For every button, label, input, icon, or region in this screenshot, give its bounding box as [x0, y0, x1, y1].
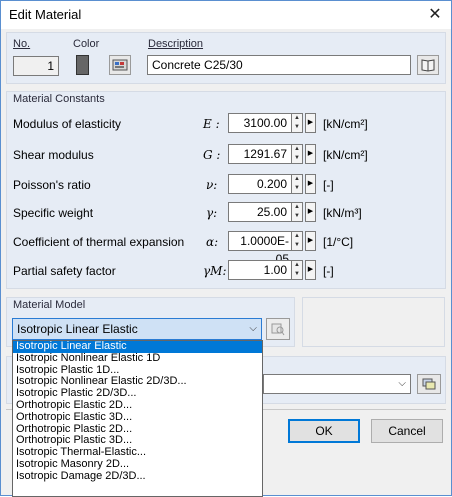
color-label: Color: [73, 38, 100, 50]
list-item[interactable]: Isotropic Nonlinear Elastic 1D: [13, 352, 262, 365]
constants-title: Material Constants: [13, 93, 105, 105]
poissons-ratio-input[interactable]: 0.200: [228, 174, 292, 194]
spin-up-icon[interactable]: ▲: [292, 175, 302, 184]
row-symbol: E :: [203, 117, 220, 131]
spin-up-icon[interactable]: ▲: [292, 145, 302, 154]
thermal-expansion-input[interactable]: 1.0000E-05: [228, 231, 292, 266]
row-unit: [1/°C]: [323, 235, 354, 249]
spin-down-icon[interactable]: ▼: [292, 154, 302, 163]
row-symbol: γM:: [203, 264, 227, 278]
title-bar: Edit Material ✕: [1, 1, 451, 29]
row-unit: [-]: [323, 178, 334, 192]
row-label: Shear modulus: [13, 148, 94, 162]
specific-weight-menu-button[interactable]: ▶: [305, 202, 316, 222]
spin-down-icon[interactable]: ▼: [292, 184, 302, 193]
material-library-button[interactable]: [417, 55, 439, 75]
row-symbol: γ:: [206, 206, 218, 220]
list-item[interactable]: Isotropic Masonry 2D...: [13, 458, 262, 471]
specific-weight-input[interactable]: 25.00: [228, 202, 292, 222]
spin-down-icon[interactable]: ▼: [292, 212, 302, 221]
row-symbol: α:: [206, 235, 219, 249]
poissons-ratio-spinner[interactable]: ▲ ▼: [292, 174, 303, 194]
thermal-expansion-spinner[interactable]: ▲ ▼: [292, 231, 303, 251]
row-label: Poisson's ratio: [13, 178, 91, 192]
shear-modulus-spinner[interactable]: ▲ ▼: [292, 144, 303, 164]
model-info-panel: [302, 297, 445, 347]
shear-modulus-menu-button[interactable]: ▶: [305, 144, 316, 164]
lower-browse-button[interactable]: [417, 374, 441, 394]
specific-weight-spinner[interactable]: ▲ ▼: [292, 202, 303, 222]
thermal-expansion-menu-button[interactable]: ▶: [305, 231, 316, 251]
list-item[interactable]: Orthotropic Elastic 2D...: [13, 399, 262, 412]
row-label: Partial safety factor: [13, 264, 116, 278]
palette-icon: [112, 59, 128, 71]
row-unit: [kN/cm²]: [323, 117, 368, 131]
close-icon[interactable]: ✕: [419, 1, 451, 29]
spin-up-icon[interactable]: ▲: [292, 232, 302, 241]
spin-down-icon[interactable]: ▼: [292, 270, 302, 279]
spin-up-icon[interactable]: ▲: [292, 114, 302, 123]
spin-up-icon[interactable]: ▲: [292, 261, 302, 270]
row-unit: [-]: [323, 264, 334, 278]
row-label: Modulus of elasticity: [13, 117, 122, 131]
layers-icon: [422, 378, 436, 390]
row-label: Coefficient of thermal expansion: [13, 235, 185, 249]
description-field[interactable]: Concrete C25/30: [147, 55, 411, 75]
modulus-elasticity-input[interactable]: 3100.00: [228, 113, 292, 133]
spin-up-icon[interactable]: ▲: [292, 203, 302, 212]
material-model-title: Material Model: [13, 299, 86, 311]
modulus-elasticity-spinner[interactable]: ▲ ▼: [292, 113, 303, 133]
book-icon: [421, 59, 435, 72]
magnifier-icon: [271, 323, 285, 336]
ok-button[interactable]: OK: [288, 419, 360, 443]
spin-down-icon[interactable]: ▼: [292, 241, 302, 250]
safety-factor-menu-button[interactable]: ▶: [305, 260, 316, 280]
list-item[interactable]: Orthotropic Elastic 3D...: [13, 411, 262, 424]
chevron-down-icon[interactable]: ⌵: [398, 375, 406, 393]
color-swatch[interactable]: [76, 55, 89, 75]
model-details-button[interactable]: [266, 318, 290, 340]
description-label: Description: [148, 38, 204, 50]
material-model-dropdown-list[interactable]: Isotropic Linear Elastic Isotropic Nonli…: [12, 340, 263, 497]
material-model-select[interactable]: Isotropic Linear Elastic ⌵: [12, 318, 262, 340]
safety-factor-input[interactable]: 1.00: [228, 260, 292, 280]
row-label: Specific weight: [13, 206, 94, 220]
modulus-elasticity-menu-button[interactable]: ▶: [305, 113, 316, 133]
color-picker-button[interactable]: [109, 55, 131, 75]
row-symbol: G :: [203, 148, 221, 162]
material-model-selected: Isotropic Linear Elastic: [17, 322, 138, 336]
chevron-down-icon[interactable]: ⌵: [249, 319, 257, 339]
row-unit: [kN/cm²]: [323, 148, 368, 162]
safety-factor-spinner[interactable]: ▲ ▼: [292, 260, 303, 280]
spin-down-icon[interactable]: ▼: [292, 123, 302, 132]
edit-material-dialog: Edit Material ✕ No. 1 Color Description …: [0, 0, 452, 497]
row-symbol: ν:: [206, 178, 218, 192]
cancel-button[interactable]: Cancel: [371, 419, 443, 443]
no-field[interactable]: 1: [13, 56, 59, 76]
no-label: No.: [13, 38, 31, 50]
poissons-ratio-menu-button[interactable]: ▶: [305, 174, 316, 194]
row-unit: [kN/m³]: [323, 206, 362, 220]
shear-modulus-input[interactable]: 1291.67: [228, 144, 292, 164]
list-item[interactable]: Isotropic Damage 2D/3D...: [13, 470, 262, 483]
dialog-title: Edit Material: [9, 7, 82, 22]
lower-combo[interactable]: ⌵: [263, 374, 411, 394]
